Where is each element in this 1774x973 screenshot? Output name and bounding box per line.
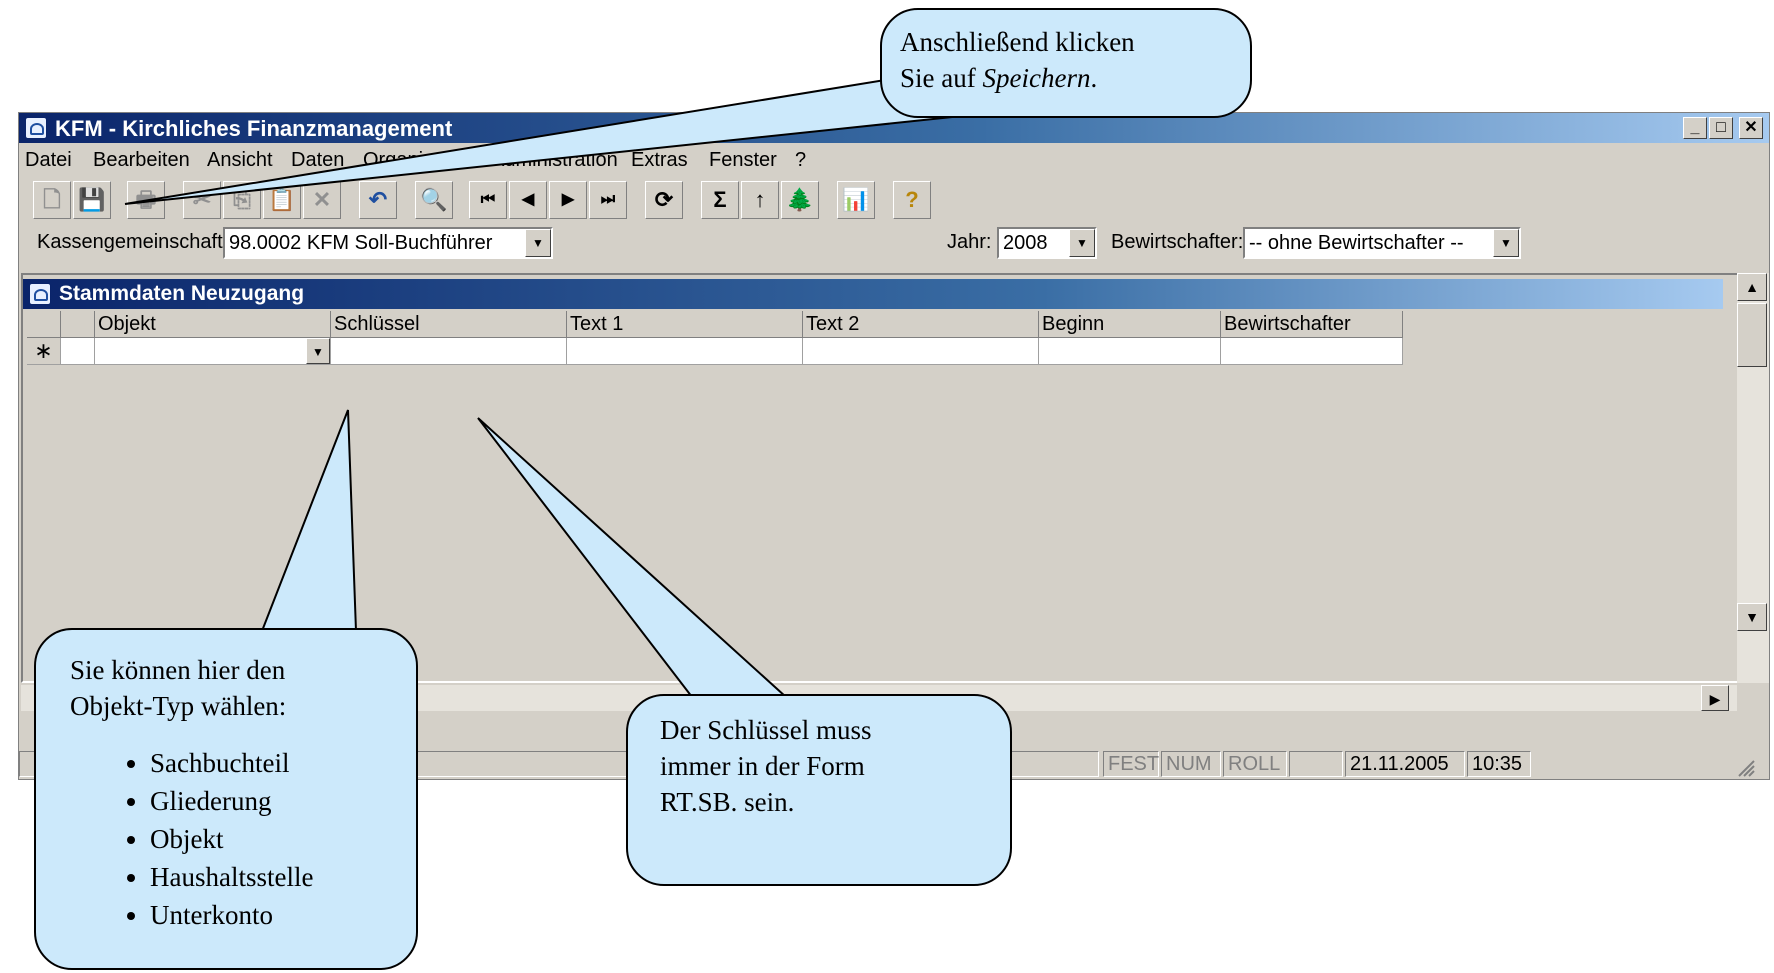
callout-schluessel: Der Schlüssel muss immer in der Form RT.… bbox=[626, 694, 1012, 886]
callout-objekt: Sie können hier den Objekt-Typ wählen: S… bbox=[34, 628, 418, 970]
callout-objekt-line2: Objekt-Typ wählen: bbox=[70, 691, 287, 721]
list-item: Objekt bbox=[150, 820, 416, 858]
list-item: Haushaltsstelle bbox=[150, 858, 416, 896]
callout-objekt-line1: Sie können hier den bbox=[70, 655, 286, 685]
objekt-type-list: Sachbuchteil Gliederung Objekt Haushalts… bbox=[70, 744, 416, 934]
callout-save-line1: Anschließend klicken bbox=[900, 27, 1135, 57]
list-item: Sachbuchteil bbox=[150, 744, 416, 782]
callout-schluessel-line1: Der Schlüssel muss bbox=[660, 715, 872, 745]
list-item: Unterkonto bbox=[150, 896, 416, 934]
callout-schluessel-line3: RT.SB. sein. bbox=[660, 787, 795, 817]
callout-schluessel-line2: immer in der Form bbox=[660, 751, 865, 781]
list-item: Gliederung bbox=[150, 782, 416, 820]
callout-save-line2: Sie auf Speichern. bbox=[900, 63, 1098, 93]
callout-save: Anschließend klicken Sie auf Speichern. bbox=[880, 8, 1252, 118]
